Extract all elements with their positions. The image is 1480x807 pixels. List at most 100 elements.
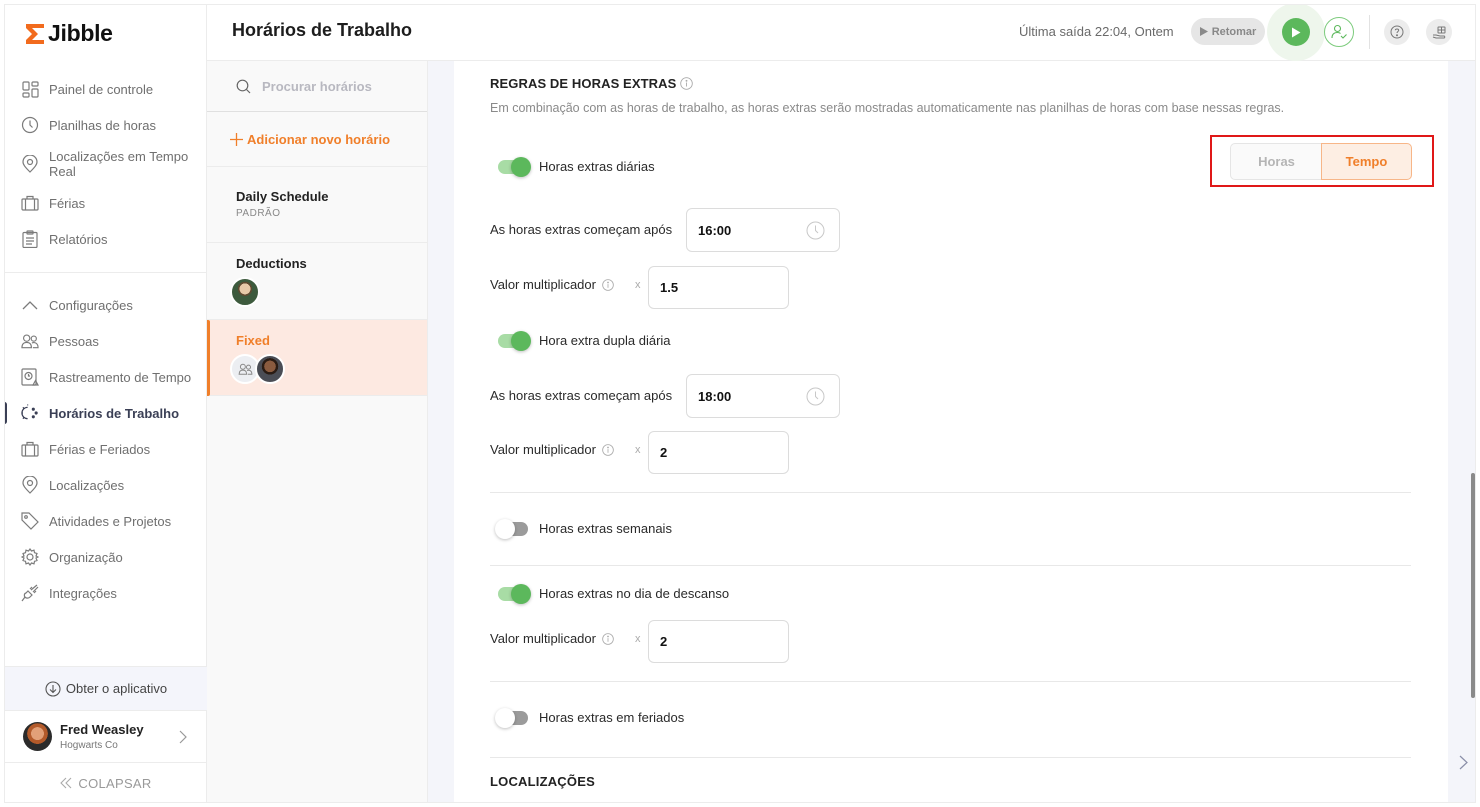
sidebar: Jibble Painel de controle Planilhas de h… <box>5 5 207 802</box>
sidebar-group-settings[interactable]: Configurações <box>5 287 207 323</box>
holiday-overtime-row: Horas extras em feriados <box>495 707 685 728</box>
people-icon <box>21 332 39 350</box>
sidebar-item-integrations[interactable]: Integrações <box>5 575 207 611</box>
multiplier-prefix: x <box>635 444 641 456</box>
jibble-logo-icon <box>26 23 44 44</box>
user-profile[interactable]: Fred Weasley Hogwarts Co <box>5 710 207 763</box>
sidebar-item-organization[interactable]: Organização <box>5 539 207 575</box>
rest-day-multiplier-input[interactable]: 2 <box>648 620 789 663</box>
sidebar-item-leave[interactable]: Férias <box>5 185 207 221</box>
double-multiplier-label: Valor multiplicador <box>490 442 614 457</box>
play-icon <box>1292 27 1301 37</box>
clock-in-button[interactable] <box>1282 18 1310 46</box>
scrollbar[interactable] <box>1471 473 1475 698</box>
daily-multiplier-input[interactable]: 1.5 <box>648 266 789 309</box>
double-multiplier-input[interactable]: 2 <box>648 431 789 474</box>
sidebar-item-leave-holidays[interactable]: Férias e Feriados <box>5 431 207 467</box>
schedule-item-daily[interactable]: Daily Schedule PADRÃO <box>207 167 427 243</box>
clock-in-for-member-button[interactable] <box>1324 17 1354 47</box>
panel-gutter <box>428 61 454 802</box>
double-start-time-input[interactable]: 18:00 <box>686 374 840 418</box>
plus-icon <box>230 132 243 146</box>
sidebar-item-label: Configurações <box>49 297 133 313</box>
avatar <box>230 277 260 307</box>
resume-button[interactable]: Retomar <box>1191 18 1265 45</box>
holiday-overtime-toggle[interactable] <box>495 707 528 728</box>
mode-option-time[interactable]: Tempo <box>1321 143 1412 180</box>
double-start-label: As horas extras começam após <box>490 388 673 403</box>
double-multiplier-text: Valor multiplicador <box>490 442 596 457</box>
avatar <box>255 354 285 384</box>
daily-overtime-toggle[interactable] <box>498 156 531 177</box>
info-icon[interactable] <box>602 443 614 456</box>
schedule-item-deductions[interactable]: Deductions <box>207 243 427 320</box>
weekly-overtime-row: Horas extras semanais <box>495 518 672 539</box>
daily-start-label: As horas extras começam após <box>490 222 673 237</box>
sidebar-item-label: Localizações <box>49 477 125 493</box>
sidebar-item-timesheets[interactable]: Planilhas de horas <box>5 107 207 143</box>
sidebar-item-label: Férias <box>49 195 86 211</box>
rest-day-overtime-toggle[interactable] <box>498 583 531 604</box>
sidebar-item-label: Rastreamento de Tempo <box>49 369 192 385</box>
rest-day-multiplier-text: Valor multiplicador <box>490 631 596 646</box>
mode-option-hours[interactable]: Horas <box>1230 143 1322 180</box>
sidebar-item-dashboard[interactable]: Painel de controle <box>5 71 207 107</box>
logo[interactable]: Jibble <box>25 20 113 47</box>
collapse-label: COLAPSAR <box>78 775 152 791</box>
resume-label: Retomar <box>1211 25 1257 38</box>
info-icon[interactable] <box>680 77 694 90</box>
collapse-sidebar-button[interactable]: COLAPSAR <box>5 764 207 802</box>
user-organization: Hogwarts Co <box>60 740 118 751</box>
daily-multiplier-text: Valor multiplicador <box>490 277 596 292</box>
locations-section-title: LOCALIZAÇÕES <box>490 774 595 789</box>
info-icon[interactable] <box>602 632 614 645</box>
member-avatars <box>230 277 427 307</box>
section-divider <box>490 681 1411 682</box>
search-input[interactable] <box>262 78 422 94</box>
help-button[interactable] <box>1384 19 1410 45</box>
daily-overtime-row: Horas extras diárias <box>498 156 655 177</box>
daily-double-label: Hora extra dupla diária <box>539 333 671 348</box>
weekly-overtime-toggle[interactable] <box>495 518 528 539</box>
info-icon[interactable] <box>602 278 614 291</box>
sidebar-item-activities-projects[interactable]: Atividades e Projetos <box>5 503 207 539</box>
get-app-button[interactable]: Obter o aplicativo <box>5 666 207 710</box>
plug-icon <box>21 584 39 602</box>
schedules-panel: Adicionar novo horário Daily Schedule PA… <box>207 61 428 802</box>
sidebar-item-time-tracking[interactable]: Rastreamento de Tempo <box>5 359 207 395</box>
suitcase-icon <box>21 440 39 458</box>
sidebar-item-locations[interactable]: Localizações <box>5 467 207 503</box>
sidebar-item-label: Atividades e Projetos <box>49 513 172 529</box>
schedule-item-fixed[interactable]: Fixed <box>207 320 427 396</box>
dashboard-icon <box>21 80 39 98</box>
referral-button[interactable] <box>1426 19 1452 45</box>
rest-day-overtime-label: Horas extras no dia de descanso <box>539 586 730 601</box>
clock-icon <box>806 221 825 240</box>
section-divider <box>490 492 1411 493</box>
chevron-right-icon[interactable] <box>1459 755 1468 770</box>
sidebar-item-live-locations[interactable]: Localizações em Tempo Real <box>5 143 207 185</box>
time-tracking-icon <box>21 368 39 386</box>
section-divider <box>490 565 1411 566</box>
daily-double-toggle[interactable] <box>498 330 531 351</box>
weekly-overtime-label: Horas extras semanais <box>539 521 672 536</box>
sidebar-item-reports[interactable]: Relatórios <box>5 221 207 257</box>
member-avatars <box>230 354 427 384</box>
add-schedule-button[interactable]: Adicionar novo horário <box>207 112 427 167</box>
sidebar-item-work-schedules[interactable]: Horários de Trabalho <box>5 395 207 431</box>
sidebar-item-label: Painel de controle <box>49 81 154 97</box>
brand-name: Jibble <box>48 20 113 46</box>
sidebar-item-label: Integrações <box>49 585 117 601</box>
suitcase-icon <box>21 194 39 212</box>
sidebar-item-label: Férias e Feriados <box>49 441 151 457</box>
daily-multiplier-value: 1.5 <box>660 280 679 295</box>
add-schedule-label: Adicionar novo horário <box>247 131 391 147</box>
sidebar-item-people[interactable]: Pessoas <box>5 323 207 359</box>
rest-day-overtime-row: Horas extras no dia de descanso <box>498 583 730 604</box>
page-title: Horários de Trabalho <box>232 20 413 40</box>
daily-start-time-input[interactable]: 16:00 <box>686 208 840 252</box>
location-pin-icon <box>21 155 39 173</box>
holiday-overtime-label: Horas extras em feriados <box>539 710 685 725</box>
overtime-title-text: REGRAS DE HORAS EXTRAS <box>490 76 677 91</box>
section-divider <box>490 757 1411 758</box>
